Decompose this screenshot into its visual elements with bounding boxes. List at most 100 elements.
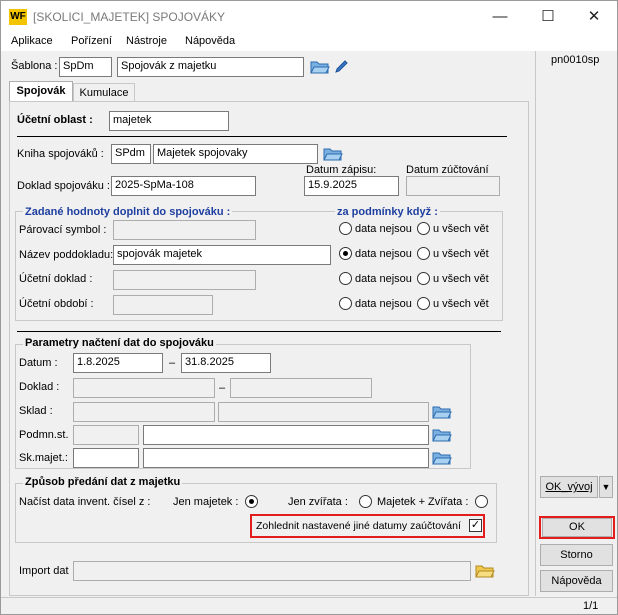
- separator: [17, 331, 501, 332]
- radio-data-nejsou[interactable]: [339, 247, 352, 260]
- napoveda-button[interactable]: Nápověda: [540, 570, 613, 592]
- form-code: pn0010sp: [551, 54, 600, 66]
- radio-jen-zvirata[interactable]: [359, 495, 372, 508]
- import-dat-field[interactable]: [73, 561, 471, 581]
- radio-data-nejsou[interactable]: [339, 297, 352, 310]
- jen-majetek-label: Jen majetek :: [173, 496, 239, 508]
- datum-zuctovani-field[interactable]: [406, 176, 500, 196]
- doklad-spojovaku-label: Doklad spojováku :: [17, 180, 110, 192]
- ucetni-doklad-field[interactable]: [113, 270, 256, 290]
- radio-label: u všech vět: [433, 298, 489, 310]
- pencil-icon[interactable]: [332, 59, 352, 75]
- menu-bar: Aplikace Pořízení Nástroje Nápověda: [1, 33, 617, 51]
- doklad-from-field[interactable]: [73, 378, 215, 398]
- nazev-poddokladu-label: Název poddokladu:: [19, 249, 114, 261]
- sk-majet-label: Sk.majet.:: [19, 452, 68, 464]
- zadane-hodnoty-title: Zadané hodnoty doplnit do spojováku :: [23, 206, 233, 218]
- parovaci-symbol-field[interactable]: [113, 220, 256, 240]
- zohlednit-label: Zohlednit nastavené jiné datumy zaúčtová…: [256, 520, 461, 532]
- zohlednit-checkbox[interactable]: ✓: [469, 519, 482, 532]
- folder-open-icon[interactable]: [432, 450, 452, 466]
- datum-label: Datum :: [19, 357, 58, 369]
- datum-zapisu-label: Datum zápisu:: [306, 164, 377, 176]
- storno-button[interactable]: Storno: [540, 544, 613, 566]
- folder-open-icon[interactable]: [432, 404, 452, 420]
- radio-label: data nejsou: [355, 223, 412, 235]
- ucetni-obdobi-field[interactable]: [113, 295, 213, 315]
- radio-majetek-zvirata[interactable]: [475, 495, 488, 508]
- datum-from-field[interactable]: 1.8.2025: [73, 353, 163, 373]
- radio-label: data nejsou: [355, 248, 412, 260]
- menu-aplikace[interactable]: Aplikace: [11, 35, 53, 47]
- sk-majet-code-field[interactable]: [73, 448, 139, 468]
- radio-u-vsech-vet[interactable]: [417, 247, 430, 260]
- ucetni-oblast-label: Účetní oblast :: [17, 114, 93, 126]
- podminka-title: za podmínky když :: [335, 206, 440, 218]
- ok-vyvoj-button[interactable]: OK_vývoj: [540, 476, 598, 498]
- ok-button[interactable]: OK: [542, 518, 612, 537]
- ucetni-obdobi-label: Účetní období :: [19, 298, 94, 310]
- sablona-name-field[interactable]: Spojovák z majetku: [117, 57, 304, 77]
- radio-u-vsech-vet[interactable]: [417, 272, 430, 285]
- sablona-label: Šablona :: [11, 60, 58, 72]
- podmn-st-code-field[interactable]: [73, 425, 139, 445]
- status-bar: [1, 597, 617, 615]
- folder-open-icon[interactable]: [432, 427, 452, 443]
- tab-spojovak[interactable]: Spojovák: [9, 81, 73, 101]
- folder-open-icon[interactable]: [475, 563, 495, 579]
- folder-open-icon[interactable]: [323, 146, 343, 162]
- sklad-code-field[interactable]: [73, 402, 215, 422]
- radio-data-nejsou[interactable]: [339, 272, 352, 285]
- datum-zuctovani-label: Datum zúčtování: [406, 164, 489, 176]
- doklad-to-field[interactable]: [230, 378, 372, 398]
- doklad-label: Doklad :: [19, 381, 60, 393]
- title-bar: WF [SKOLICI_MAJETEK] SPOJOVÁKY — ☐ ✕: [1, 1, 617, 33]
- dash: –: [219, 382, 226, 394]
- nazev-poddokladu-field[interactable]: spojovák majetek: [113, 245, 331, 265]
- dash: –: [169, 357, 176, 369]
- menu-porizeni[interactable]: Pořízení: [71, 35, 112, 47]
- ucetni-doklad-label: Účetní doklad :: [19, 273, 93, 285]
- majetek-zvirata-label: Majetek + Zvířata :: [377, 496, 469, 508]
- podmn-st-name-field[interactable]: [143, 425, 429, 445]
- app-logo-icon: WF: [9, 9, 27, 25]
- folder-open-icon[interactable]: [310, 59, 330, 75]
- zpusob-title: Způsob předání dat z majetku: [23, 476, 183, 488]
- datum-to-field[interactable]: 31.8.2025: [181, 353, 271, 373]
- parovaci-symbol-label: Párovací symbol :: [19, 224, 107, 236]
- sklad-label: Sklad :: [19, 405, 53, 417]
- podmn-st-label: Podmn.st.: [19, 429, 69, 441]
- radio-label: u všech vět: [433, 248, 489, 260]
- close-button[interactable]: ✕: [577, 5, 611, 29]
- jen-zvirata-label: Jen zvířata :: [288, 496, 348, 508]
- radio-label: data nejsou: [355, 273, 412, 285]
- kniha-code-field[interactable]: SPdm: [111, 144, 151, 164]
- ucetni-oblast-field[interactable]: majetek: [109, 111, 229, 131]
- sklad-name-field[interactable]: [218, 402, 429, 422]
- page-indicator: 1/1: [583, 600, 599, 612]
- maximize-button[interactable]: ☐: [531, 5, 565, 29]
- parametry-title: Parametry načtení dat do spojováku: [23, 337, 216, 349]
- right-panel-divider: [535, 51, 536, 596]
- kniha-label: Kniha spojováků :: [17, 148, 104, 160]
- radio-label: u všech vět: [433, 273, 489, 285]
- ok-vyvoj-dropdown-button[interactable]: ▼: [599, 476, 613, 498]
- menu-napoveda[interactable]: Nápověda: [185, 35, 235, 47]
- datum-zapisu-field[interactable]: 15.9.2025: [304, 176, 399, 196]
- radio-u-vsech-vet[interactable]: [417, 222, 430, 235]
- radio-label: u všech vět: [433, 223, 489, 235]
- window-title: [SKOLICI_MAJETEK] SPOJOVÁKY: [33, 10, 226, 24]
- tab-kumulace[interactable]: Kumulace: [73, 83, 135, 101]
- radio-data-nejsou[interactable]: [339, 222, 352, 235]
- minimize-button[interactable]: —: [483, 5, 517, 29]
- nacist-data-label: Načíst data invent. čísel z :: [19, 496, 151, 508]
- sk-majet-name-field[interactable]: [143, 448, 429, 468]
- menu-nastroje[interactable]: Nástroje: [126, 35, 167, 47]
- main-window: WF [SKOLICI_MAJETEK] SPOJOVÁKY — ☐ ✕ Apl…: [0, 0, 618, 615]
- kniha-name-field[interactable]: Majetek spojovaky: [153, 144, 318, 164]
- sablona-code-field[interactable]: SpDm: [59, 57, 112, 77]
- doklad-spojovaku-field[interactable]: 2025-SpMa-108: [111, 176, 256, 196]
- radio-u-vsech-vet[interactable]: [417, 297, 430, 310]
- radio-jen-majetek[interactable]: [245, 495, 258, 508]
- separator: [17, 136, 507, 137]
